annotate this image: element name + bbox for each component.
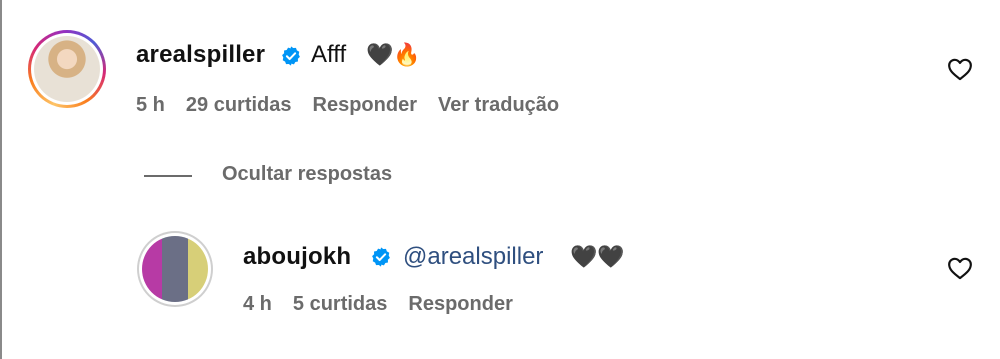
replies-divider	[144, 175, 192, 177]
heart-outline-icon[interactable]	[947, 57, 973, 81]
reply-likes[interactable]: 5 curtidas	[293, 293, 387, 315]
heart-outline-icon[interactable]	[947, 256, 973, 280]
hide-replies-button[interactable]: Ocultar respostas	[222, 163, 392, 186]
verified-badge-icon	[372, 247, 390, 267]
reply-mention[interactable]: @arealspiller	[403, 243, 543, 271]
avatar[interactable]	[28, 30, 106, 108]
reply-emoji: 🖤🖤	[570, 244, 625, 269]
reply-username[interactable]: aboujokh	[243, 243, 351, 271]
comment-time: 5 h	[136, 94, 165, 116]
reply-avatar-photo	[142, 236, 208, 302]
verified-badge-icon	[282, 46, 300, 66]
reply-avatar[interactable]	[137, 231, 213, 307]
avatar-photo	[34, 36, 100, 102]
reply-button[interactable]: Responder	[313, 94, 417, 116]
comment-username[interactable]: arealspiller	[136, 41, 265, 69]
comment-meta: 5 h 29 curtidas Responder Ver tradução	[136, 94, 580, 117]
reply-reply-button[interactable]: Responder	[408, 293, 512, 315]
reply-time: 4 h	[243, 293, 272, 315]
comment-emoji: 🖤🔥	[366, 42, 421, 67]
left-border	[0, 0, 2, 359]
comment-text: Afff	[311, 41, 347, 68]
reply-meta: 4 h 5 curtidas Responder	[243, 293, 534, 316]
translate-button[interactable]: Ver tradução	[438, 94, 559, 116]
comment-likes[interactable]: 29 curtidas	[186, 94, 292, 116]
